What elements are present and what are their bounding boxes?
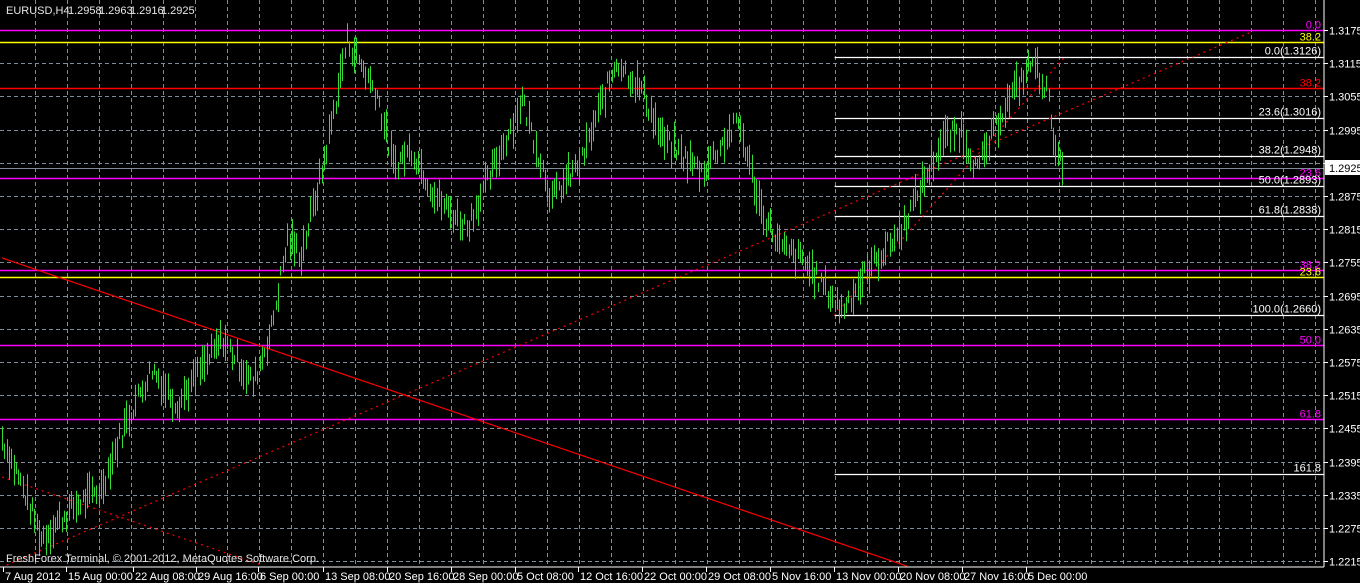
level-label: 38.2 xyxy=(1300,32,1321,44)
time-axis[interactable]: 7 Aug 2012 15 Aug 00:00 22 Aug 08:0029 Aug… xyxy=(3,567,1088,583)
price-tick-label: 1.2815 xyxy=(1329,225,1360,237)
fib-level-label: 100.0(1.2660) xyxy=(1253,304,1322,316)
fibonacci-retracement[interactable]: 0.0(1.3126) 23.6(1.3016) 38.2(1.2948) 50.0(… xyxy=(834,46,1324,476)
price-tick-label: 1.2275 xyxy=(1329,524,1360,536)
time-tick-label: 13 Sep 08:00 xyxy=(325,571,390,583)
price-tick-label: 1.3175 xyxy=(1329,26,1360,38)
price-tick-label: 1.2875 xyxy=(1329,192,1360,204)
symbol-label: EURUSD,H4 xyxy=(6,5,70,17)
time-tick-label: 22 Aug 08:00 xyxy=(135,571,200,583)
price-axis[interactable]: 1.31751.31151.30551.29951.29351.28751.28… xyxy=(1324,26,1360,569)
bid-price-text: 1.2925 xyxy=(1329,163,1360,175)
close-value: 1.2925 xyxy=(161,5,195,17)
price-tick-label: 1.2455 xyxy=(1329,424,1360,436)
level-label: 61.8 xyxy=(1300,409,1321,421)
level-label: 38.2 xyxy=(1300,78,1321,90)
trendline-dotted[interactable] xyxy=(6,31,1252,566)
time-tick-label: 22 Oct 00:00 xyxy=(644,571,707,583)
fib-level-label: 23.6(1.3016) xyxy=(1259,107,1321,119)
time-tick-label: 29 Oct 08:00 xyxy=(708,571,771,583)
fib-level-label: 161.8 xyxy=(1293,463,1321,475)
time-tick-label: 28 Sep 00:00 xyxy=(453,571,518,583)
time-tick-label: 20 Nov 08:00 xyxy=(900,571,965,583)
fib-level-label: 0.0(1.3126) xyxy=(1265,46,1321,58)
time-tick-label: 15 Aug 00:00 xyxy=(68,571,133,583)
time-tick-label: 29 Aug 16:00 xyxy=(198,571,263,583)
chart-header: EURUSD,H4 1.2958 1.2963 1.2916 1.2925 xyxy=(6,5,195,17)
time-tick-label: 12 Oct 16:00 xyxy=(580,571,643,583)
low-value: 1.2916 xyxy=(130,5,164,17)
price-tick-label: 1.2635 xyxy=(1329,325,1360,337)
price-tick-label: 1.2695 xyxy=(1329,292,1360,304)
level-label: 50.0 xyxy=(1300,335,1321,347)
price-chart[interactable]: 0.038.238.223.638.223.650.061.8 0.0(1.31… xyxy=(0,0,1360,583)
bid-price-label: 1.2925 xyxy=(1325,160,1360,175)
fib-level-label: 61.8(1.2838) xyxy=(1259,205,1321,217)
fib-level-label: 38.2(1.2948) xyxy=(1259,145,1321,157)
price-tick-label: 1.2515 xyxy=(1329,391,1360,403)
time-tick-label: 5 Dec 00:00 xyxy=(1028,571,1087,583)
horizontal-levels: 0.038.238.223.638.223.650.061.8 xyxy=(0,20,1324,421)
time-tick-label: 20 Sep 16:00 xyxy=(389,571,454,583)
price-tick-label: 1.2335 xyxy=(1329,491,1360,503)
copyright-text: FreshForex Terminal, © 2001-2012, MetaQu… xyxy=(6,553,319,565)
price-tick-label: 1.2215 xyxy=(1329,557,1360,569)
level-label: 23.6 xyxy=(1300,267,1321,279)
trendlines[interactable] xyxy=(1,31,1252,567)
open-value: 1.2958 xyxy=(68,5,102,17)
price-tick-label: 1.2995 xyxy=(1329,126,1360,138)
time-tick-label: 5 Nov 16:00 xyxy=(772,571,831,583)
time-tick-label: 7 Aug 2012 xyxy=(5,571,61,583)
price-tick-label: 1.2395 xyxy=(1329,458,1360,470)
price-tick-label: 1.3055 xyxy=(1329,92,1360,104)
time-tick-label: 6 Sep 00:00 xyxy=(260,571,319,583)
time-tick-label: 27 Nov 16:00 xyxy=(964,571,1029,583)
chart-grid xyxy=(0,0,1324,567)
price-tick-label: 1.3115 xyxy=(1329,59,1360,71)
fib-level-label: 50.0(1.2893) xyxy=(1259,175,1321,187)
high-value: 1.2963 xyxy=(99,5,133,17)
time-tick-label: 13 Nov 00:00 xyxy=(836,571,901,583)
price-bars xyxy=(2,23,1063,557)
time-tick-label: 5 Oct 08:00 xyxy=(517,571,574,583)
price-tick-label: 1.2575 xyxy=(1329,358,1360,370)
level-label: 0.0 xyxy=(1306,20,1321,32)
price-tick-label: 1.2755 xyxy=(1329,258,1360,270)
